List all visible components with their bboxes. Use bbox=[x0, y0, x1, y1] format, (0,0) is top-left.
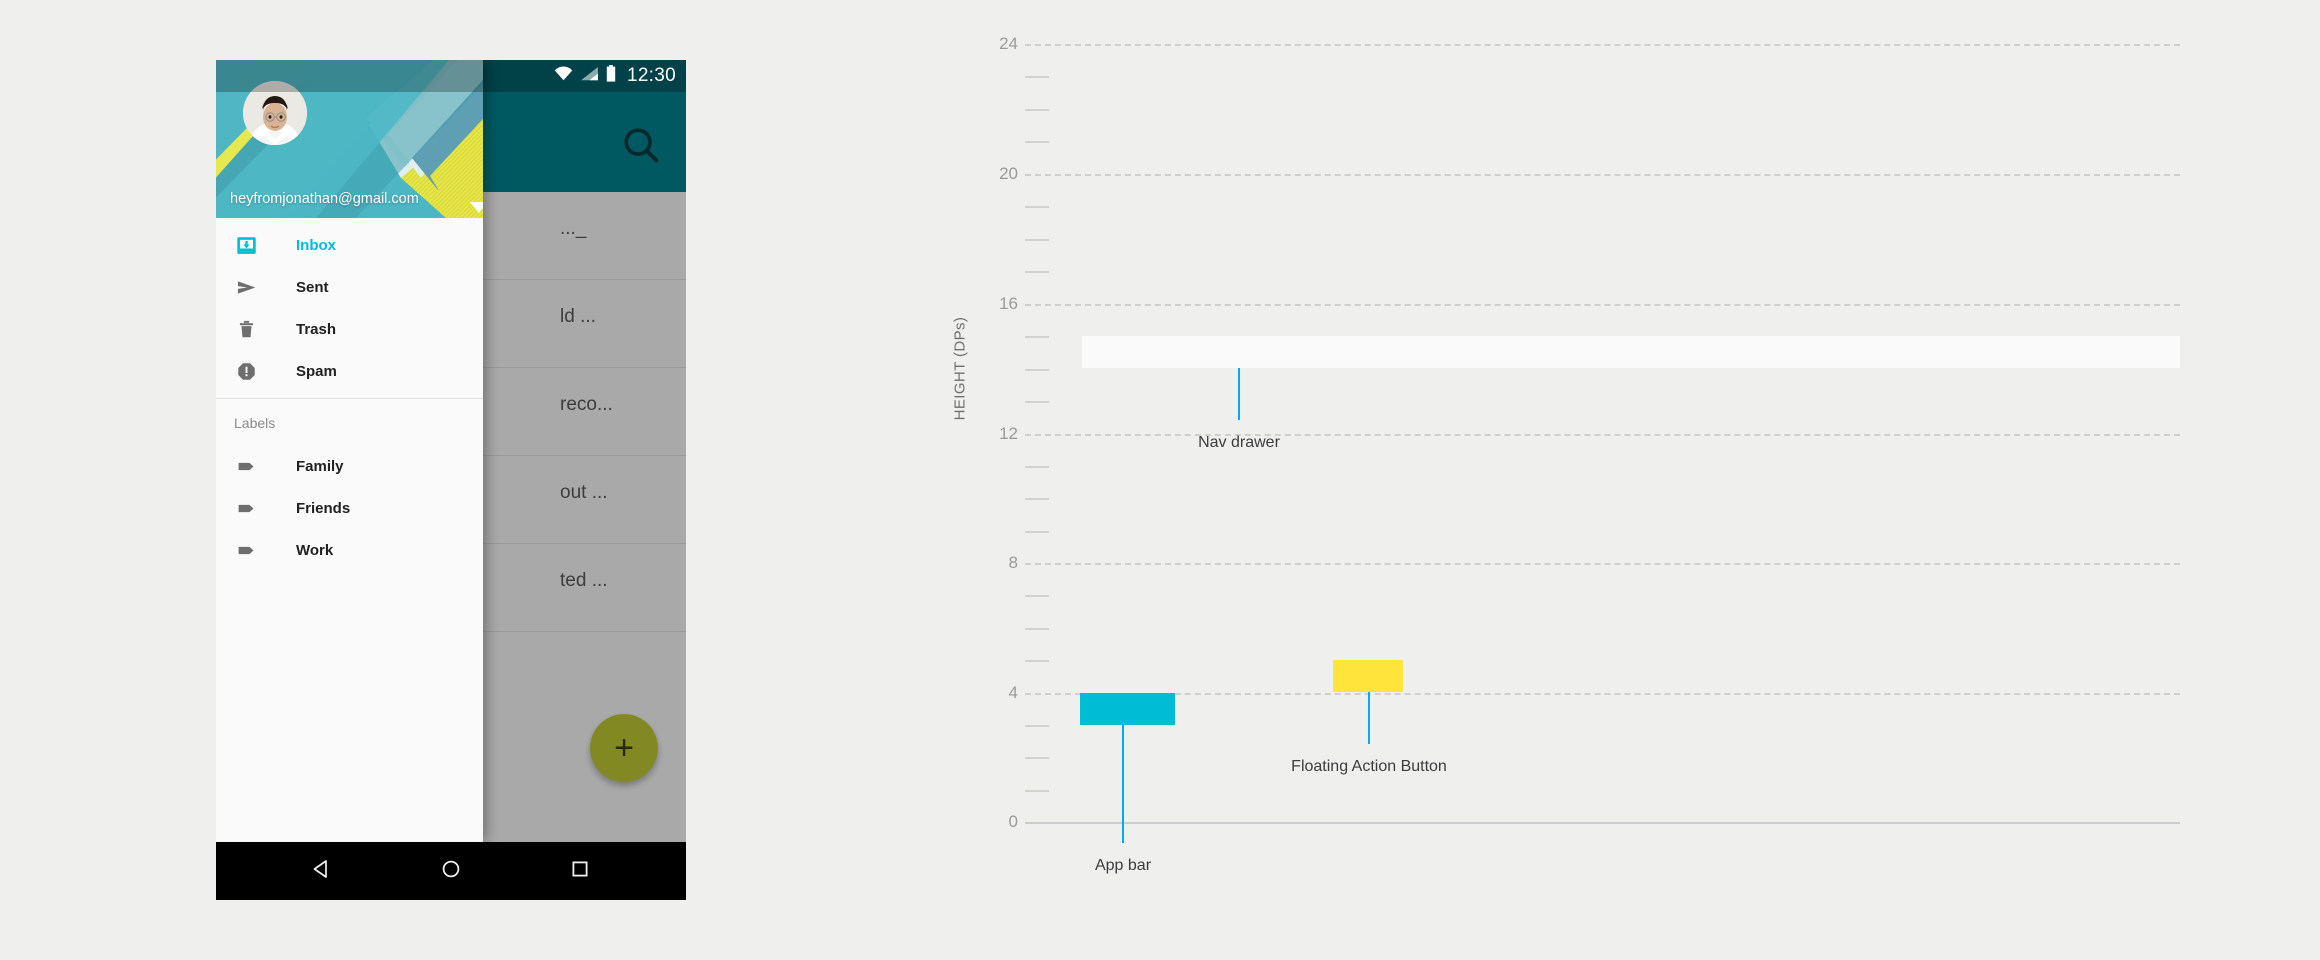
minor-tick bbox=[1025, 336, 1049, 338]
bar-app-bar bbox=[1080, 693, 1175, 725]
mail-snippet: ted ... bbox=[560, 570, 608, 591]
sidebar-item-label: Trash bbox=[296, 320, 337, 338]
y-tick-label: 0 bbox=[1008, 812, 1018, 831]
y-tick-label: 12 bbox=[999, 424, 1018, 443]
gridline-16 bbox=[1025, 304, 2180, 306]
annotation-nav-drawer: Nav drawer bbox=[1198, 434, 1280, 451]
mail-snippet: out ... bbox=[560, 482, 608, 503]
label-icon bbox=[234, 538, 258, 562]
send-icon bbox=[234, 275, 258, 299]
sidebar-item-sent[interactable]: Sent bbox=[216, 266, 483, 308]
status-bar: 12:30 bbox=[216, 60, 686, 92]
labels-heading: Labels bbox=[234, 415, 276, 431]
minor-tick bbox=[1025, 369, 1049, 371]
minor-tick bbox=[1025, 109, 1049, 111]
minor-tick bbox=[1025, 757, 1049, 759]
sidebar-item-label: Spam bbox=[296, 362, 337, 380]
gridline-4 bbox=[1025, 693, 2180, 695]
minor-tick bbox=[1025, 725, 1049, 727]
screenshot-root: ..._ ld ... reco... out ... ted ... + he… bbox=[0, 0, 2320, 960]
trash-icon bbox=[234, 317, 258, 341]
leader-line-fab bbox=[1368, 692, 1370, 744]
sidebar-item-label: Sent bbox=[296, 278, 329, 296]
minor-tick bbox=[1025, 76, 1049, 78]
minor-tick bbox=[1025, 498, 1049, 500]
navigation-drawer: heyfromjonathan@gmail.com Inbox Sent Tra… bbox=[216, 60, 483, 842]
y-tick-label: 4 bbox=[1008, 683, 1018, 702]
drawer-labels-section: Family Friends Work bbox=[216, 439, 483, 577]
plus-icon: + bbox=[614, 729, 634, 767]
minor-tick bbox=[1025, 401, 1049, 403]
minor-tick bbox=[1025, 628, 1049, 630]
back-triangle-icon[interactable] bbox=[310, 857, 334, 886]
gridline-24 bbox=[1025, 44, 2180, 46]
annotation-app-bar: App bar bbox=[1094, 857, 1152, 874]
sidebar-item-family[interactable]: Family bbox=[216, 445, 483, 487]
signal-icon bbox=[580, 66, 599, 86]
sidebar-item-label: Inbox bbox=[296, 236, 336, 254]
minor-tick bbox=[1025, 595, 1049, 597]
bar-floating-action-button bbox=[1333, 660, 1403, 692]
floating-action-button[interactable]: + bbox=[590, 714, 658, 782]
mail-snippet: ld ... bbox=[560, 306, 596, 327]
sidebar-item-inbox[interactable]: Inbox bbox=[216, 224, 483, 266]
status-clock: 12:30 bbox=[626, 65, 676, 86]
mail-snippet: ..._ bbox=[560, 218, 587, 239]
sidebar-item-label: Family bbox=[296, 457, 344, 475]
leader-line-app-bar bbox=[1122, 725, 1124, 843]
y-tick-label: 8 bbox=[1008, 553, 1018, 572]
wifi-icon bbox=[554, 66, 573, 86]
y-axis-title: HEIGHT (DPs) bbox=[951, 316, 969, 421]
sidebar-item-work[interactable]: Work bbox=[216, 529, 483, 571]
bar-nav-drawer bbox=[1082, 336, 2180, 368]
home-circle-icon[interactable] bbox=[439, 857, 463, 886]
account-email: heyfromjonathan@gmail.com bbox=[230, 191, 419, 207]
mail-snippet: reco... bbox=[560, 394, 613, 415]
gridline-20 bbox=[1025, 174, 2180, 176]
minor-tick bbox=[1025, 206, 1049, 208]
inbox-icon bbox=[234, 233, 258, 257]
sidebar-item-trash[interactable]: Trash bbox=[216, 308, 483, 350]
recents-square-icon[interactable] bbox=[568, 857, 592, 886]
minor-tick bbox=[1025, 141, 1049, 143]
label-icon bbox=[234, 496, 258, 520]
gridline-0 bbox=[1025, 822, 2180, 824]
minor-tick bbox=[1025, 239, 1049, 241]
minor-tick bbox=[1025, 531, 1049, 533]
y-tick-label: 20 bbox=[999, 164, 1018, 183]
sidebar-item-label: Friends bbox=[296, 499, 351, 517]
minor-tick bbox=[1025, 466, 1049, 468]
minor-tick bbox=[1025, 790, 1049, 792]
annotation-fab: Floating Action Button bbox=[1291, 758, 1447, 775]
y-tick-label: 24 bbox=[999, 34, 1018, 53]
leader-line-nav-drawer bbox=[1238, 368, 1240, 420]
elevation-chart: HEIGHT (DPs) 24 20 16 12 8 4 0 Nav drawe… bbox=[860, 0, 2320, 960]
sidebar-item-label: Work bbox=[296, 541, 334, 559]
minor-tick bbox=[1025, 271, 1049, 273]
system-navigation-bar bbox=[216, 842, 686, 900]
drawer-primary-section: Inbox Sent Trash Spam bbox=[216, 218, 483, 398]
minor-tick bbox=[1025, 660, 1049, 662]
y-tick-label: 16 bbox=[999, 294, 1018, 313]
search-icon[interactable] bbox=[618, 122, 664, 168]
label-icon bbox=[234, 454, 258, 478]
report-icon bbox=[234, 359, 258, 383]
sidebar-item-friends[interactable]: Friends bbox=[216, 487, 483, 529]
gridline-8 bbox=[1025, 563, 2180, 565]
battery-icon bbox=[606, 65, 616, 87]
sidebar-item-spam[interactable]: Spam bbox=[216, 350, 483, 392]
phone-mockup: ..._ ld ... reco... out ... ted ... + he… bbox=[216, 60, 686, 900]
